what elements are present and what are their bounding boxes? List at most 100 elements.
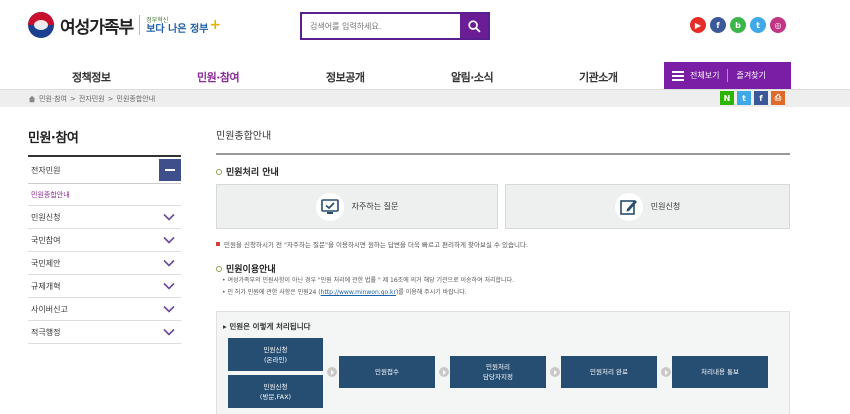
step-apply-offline: 민원신청 (방문,FAX) (228, 375, 323, 408)
taegeuk-emblem-icon (28, 12, 54, 38)
breadcrumb-current: 민원종합안내 (116, 95, 156, 103)
sidebar-item[interactable]: 사이버신고 (28, 298, 181, 321)
sidebar-item[interactable]: 규제개혁 (28, 275, 181, 298)
nav-news[interactable]: 알림·소식 (451, 69, 494, 85)
main-content: 민원종합안내 민원처리 안내 자주하는 질문 민원신청 민원을 신청하시기 전 … (216, 127, 790, 414)
sidebar-item[interactable]: 적극행정 (28, 321, 181, 344)
breadcrumb-bar: 민원·참여 > 전자민원 > 민원종합안내 Nt f ⎙ (0, 89, 850, 107)
facebook-share-icon[interactable]: f (754, 91, 768, 105)
search-button[interactable] (460, 14, 488, 38)
gov-innovation-logo: 정부혁신 보다 나은 정부 (146, 16, 209, 35)
collapse-icon[interactable] (159, 159, 181, 181)
arrow-right-icon (550, 367, 560, 377)
sidebar-item[interactable]: 국민참여 (28, 229, 181, 252)
sidebar-item[interactable]: 국민제안 (28, 252, 181, 275)
usage-info-text: • 인 허가 민원에 관한 사항은 민원24 ( (222, 289, 321, 296)
site-logo[interactable]: 여성가족부 정부혁신 보다 나은 정부 + (28, 12, 221, 38)
naver-share-icon[interactable]: N (720, 91, 734, 105)
step-apply-online: 민원신청 (온라인) (228, 338, 323, 371)
sidebar: 민원·참여 전자민원 민원종합안내 민원신청국민참여국민제안규제개혁 사이버신고적… (28, 127, 181, 344)
view-all-button[interactable]: 전체보기 (690, 70, 719, 81)
sidebar-item-label: 국민참여 (31, 236, 61, 245)
usage-info-text: )를 이용해 주시기 바랍니다. (395, 289, 467, 296)
breadcrumb-separator: > (70, 95, 76, 103)
sidebar-subitem-guide[interactable]: 민원종합안내 (28, 184, 181, 206)
logo-text: 여성가족부 (60, 17, 134, 38)
site-header: 여성가족부 정부혁신 보다 나은 정부 + ▶fbt◎ (0, 0, 850, 56)
section-title-text: 민원처리 안내 (226, 168, 279, 178)
section-title-guide: 민원처리 안내 (216, 165, 279, 178)
step-assign: 민원처리담당자지정 (450, 356, 546, 388)
sidebar-title: 민원·참여 (28, 127, 181, 157)
logo-sub-line2: 보다 나은 정부 (146, 24, 209, 35)
sidebar-item-e-petition[interactable]: 전자민원 (28, 157, 181, 184)
share-buttons: Nt f ⎙ (720, 91, 785, 105)
arrow-right-icon (661, 367, 671, 377)
gnb-divider (727, 69, 729, 82)
logo-divider (139, 15, 141, 35)
bullet-icon (216, 265, 222, 272)
main-navigation: 정책정보 민원·참여 정보공개 알림·소식 기관소개 전체보기 즐겨찾기 (0, 62, 850, 89)
note-text: 민원을 신청하시기 전 "자주하는 질문"을 이용하시면 원하는 답변을 더욱 … (224, 241, 529, 249)
faq-label: 자주하는 질문 (351, 202, 399, 211)
search-bar (300, 12, 490, 40)
youtube-icon[interactable]: ▶ (690, 17, 706, 33)
edit-icon (614, 192, 643, 221)
print-icon[interactable]: ⎙ (771, 91, 785, 105)
section-title-text: 민원이용안내 (226, 265, 276, 275)
plus-icon: + (209, 17, 222, 33)
arrow-right-icon (327, 367, 337, 377)
sidebar-item-label: 적극행정 (31, 328, 61, 337)
twitter-icon[interactable]: t (750, 17, 766, 33)
step-label: 담당자지정 (483, 373, 513, 381)
breadcrumb-item[interactable]: 민원·참여 (39, 94, 67, 104)
step-label: (온라인) (263, 355, 287, 364)
quick-boxes: 자주하는 질문 민원신청 (216, 184, 790, 229)
blog-icon[interactable]: b (730, 17, 746, 33)
step-label: 민원신청 (263, 382, 288, 391)
step-receive: 민원접수 (339, 356, 435, 388)
home-icon[interactable] (28, 95, 36, 103)
step-label: (방문,FAX) (259, 392, 292, 401)
favorites-button[interactable]: 즐겨찾기 (736, 70, 765, 81)
breadcrumb-item[interactable]: 전자민원 (79, 94, 105, 104)
chevron-down-icon[interactable] (163, 259, 175, 267)
apply-button[interactable]: 민원신청 (505, 184, 790, 229)
hamburger-menu-icon (672, 70, 684, 81)
faq-note: 민원을 신청하시기 전 "자주하는 질문"을 이용하시면 원하는 답변을 더욱 … (216, 239, 528, 249)
section-title-usage: 민원이용안내 (216, 262, 276, 275)
nav-policy-info[interactable]: 정책정보 (72, 69, 111, 85)
chevron-down-icon[interactable] (163, 328, 175, 336)
sns-links: ▶ f b t ◎ (690, 17, 786, 33)
page-title: 민원종합안내 (216, 127, 790, 155)
faq-button[interactable]: 자주하는 질문 (216, 184, 498, 229)
usage-info-line2: • 인 허가 민원에 관한 사항은 민원24 (http://www.minwo… (216, 287, 514, 299)
sidebar-item-label: 국민제안 (31, 259, 61, 268)
nav-info-disclosure[interactable]: 정보공개 (326, 69, 365, 85)
sidebar-item-label: 전자민원 (31, 166, 61, 175)
chevron-down-icon[interactable] (163, 236, 175, 244)
bullet-icon (216, 168, 222, 175)
sidebar-item[interactable]: 민원신청 (28, 206, 181, 229)
step-label: 민원신청 (263, 345, 288, 354)
nav-about[interactable]: 기관소개 (579, 69, 618, 85)
step-label: 민원처리 (486, 363, 510, 371)
twitter-share-icon[interactable]: t (737, 91, 751, 105)
process-title: ▸ 민원은 이렇게 처리됩니다 (223, 322, 311, 331)
search-icon (467, 19, 481, 33)
sidebar-item-label: 민원신청 (31, 213, 61, 222)
usage-info-line1: • 여성가족부의 민원사항이 아닌 경우 "민원 처리에 관한 법률 " 제 1… (222, 277, 514, 284)
breadcrumb-separator: > (107, 95, 114, 103)
chevron-down-icon[interactable] (163, 282, 175, 290)
nav-civil-participation[interactable]: 민원·참여 (197, 69, 240, 85)
facebook-icon[interactable]: f (710, 17, 726, 33)
instagram-icon[interactable]: ◎ (770, 17, 786, 33)
minwon24-link[interactable]: http://www.minwon.go.kr (321, 289, 396, 296)
chevron-down-icon[interactable] (163, 213, 175, 221)
search-input[interactable] (302, 14, 460, 38)
step-notify: 처리내용 통보 (672, 356, 768, 388)
gnb-utility: 전체보기 즐겨찾기 (664, 62, 791, 89)
arrow-right-icon (439, 367, 449, 377)
chevron-down-icon[interactable] (163, 305, 175, 313)
usage-info: • 여성가족부의 민원사항이 아닌 경우 "민원 처리에 관한 법률 " 제 1… (216, 275, 514, 299)
